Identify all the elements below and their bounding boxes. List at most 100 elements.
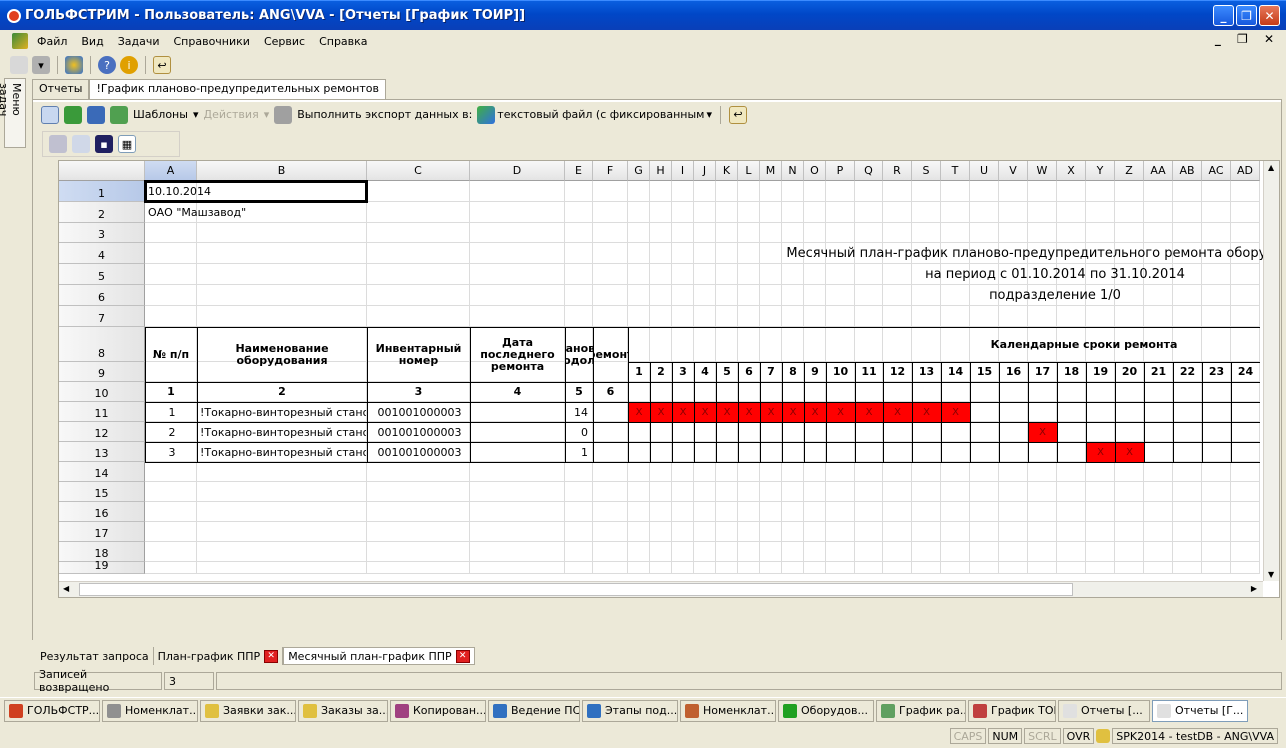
row-header-14[interactable]: 14 [59, 462, 145, 482]
print-preview-icon[interactable] [41, 105, 59, 124]
taskbar-item[interactable]: Копирован... [390, 699, 486, 722]
row-header-19[interactable]: 19 [59, 559, 145, 574]
help-icon[interactable]: ? [98, 56, 116, 74]
column-header-M[interactable]: M [760, 161, 782, 181]
taskbar-item[interactable]: Номенклат... [102, 699, 198, 722]
taskbar-item[interactable]: Ведение ПСп [488, 699, 580, 722]
column-header-N[interactable]: N [782, 161, 804, 181]
scroll-right-icon[interactable]: ▶ [1251, 584, 1257, 593]
row-header-5[interactable]: 5 [59, 264, 145, 285]
column-header-R[interactable]: R [883, 161, 912, 181]
column-header-O[interactable]: O [804, 161, 826, 181]
column-header-J[interactable]: J [694, 161, 716, 181]
column-header-Z[interactable]: Z [1115, 161, 1144, 181]
row-header-1[interactable]: 1 [59, 181, 145, 202]
taskbar-item[interactable]: Номенклат... [680, 699, 776, 722]
taskbar-item[interactable]: Оборудов... [778, 699, 874, 722]
excel-export-icon[interactable] [64, 105, 82, 124]
settings-icon[interactable] [49, 135, 67, 153]
column-header-X[interactable]: X [1057, 161, 1086, 181]
column-header-H[interactable]: H [650, 161, 672, 181]
column-header-AA[interactable]: AA [1144, 161, 1173, 181]
column-header-AC[interactable]: AC [1202, 161, 1231, 181]
column-header-P[interactable]: P [826, 161, 855, 181]
minimize-button[interactable]: _ [1213, 5, 1234, 26]
grid-icon[interactable]: ▦ [118, 135, 136, 153]
menu-view[interactable]: Вид [74, 35, 110, 48]
save-icon[interactable]: ▪ [95, 135, 113, 153]
row-header-13[interactable]: 13 [59, 442, 145, 462]
column-header-B[interactable]: B [197, 161, 367, 181]
column-header-G[interactable]: G [628, 161, 650, 181]
horizontal-scrollbar[interactable]: ◀ ▶ [59, 581, 1263, 597]
row-header-12[interactable]: 12 [59, 422, 145, 442]
taskbar-item[interactable]: Отчеты [Г... [1152, 699, 1248, 722]
column-header-AD[interactable]: AD [1231, 161, 1260, 181]
menu-references[interactable]: Справочники [167, 35, 257, 48]
menu-service[interactable]: Сервис [257, 35, 312, 48]
taskbar-item[interactable]: График ра... [876, 699, 966, 722]
taskbar-item[interactable]: Этапы под... [582, 699, 678, 722]
maximize-button[interactable]: ❐ [1236, 5, 1257, 26]
row-header-7[interactable]: 7 [59, 306, 145, 327]
column-header-A[interactable]: A [145, 161, 197, 181]
row-header-6[interactable]: 6 [59, 285, 145, 306]
column-header-V[interactable]: V [999, 161, 1028, 181]
row-header-9[interactable]: 9 [59, 362, 145, 382]
refresh-icon[interactable] [10, 56, 28, 74]
row-header-11[interactable]: 11 [59, 402, 145, 422]
word-export-icon[interactable] [87, 105, 105, 124]
taskbar-item[interactable]: График ТОИР [968, 699, 1056, 722]
options-icon[interactable] [65, 56, 83, 74]
row-header-2[interactable]: 2 [59, 202, 145, 223]
taskbar-item[interactable]: Заявки зак... [200, 699, 296, 722]
row-header-17[interactable]: 17 [59, 522, 145, 542]
row-header-10[interactable]: 10 [59, 382, 145, 402]
close-icon[interactable]: ✕ [455, 649, 470, 663]
selected-cell-border[interactable] [144, 180, 368, 203]
scroll-up-icon[interactable]: ▲ [1268, 163, 1274, 172]
row-header-15[interactable]: 15 [59, 482, 145, 502]
column-header-T[interactable]: T [941, 161, 970, 181]
column-header-U[interactable]: U [970, 161, 999, 181]
column-header-F[interactable]: F [593, 161, 628, 181]
vertical-scrollbar[interactable]: ▲ ▼ [1263, 161, 1279, 581]
tab-monthly-ppr-plan[interactable]: Месячный план-график ППР ✕ [283, 647, 475, 665]
column-header-Q[interactable]: Q [855, 161, 883, 181]
column-header-E[interactable]: E [565, 161, 593, 181]
exit-icon[interactable]: ↩ [153, 56, 171, 74]
task-menu-tab[interactable]: Меню задач [0, 78, 26, 148]
export-format-select[interactable]: текстовый файл (с фиксированным ▾ [477, 105, 712, 124]
column-header-S[interactable]: S [912, 161, 941, 181]
mdi-controls[interactable]: _ ❐ ✕ [1215, 32, 1280, 46]
row-header-4[interactable]: 4 [59, 243, 145, 264]
close-button[interactable]: ✕ [1259, 5, 1280, 26]
info-icon[interactable]: i [120, 56, 138, 74]
tab-query-result[interactable]: Результат запроса [36, 647, 154, 665]
tab-reports[interactable]: Отчеты [32, 79, 90, 99]
app-menu-icon[interactable] [12, 33, 28, 49]
scroll-thumb[interactable] [79, 583, 1073, 596]
column-header-I[interactable]: I [672, 161, 694, 181]
taskbar-item[interactable]: Заказы за... [298, 699, 388, 722]
scroll-left-icon[interactable]: ◀ [63, 584, 69, 593]
menu-help[interactable]: Справка [312, 35, 374, 48]
row-header-3[interactable]: 3 [59, 223, 145, 243]
column-header-K[interactable]: K [716, 161, 738, 181]
tab-ppr-plan[interactable]: План-график ППР ✕ [154, 647, 284, 665]
close-icon[interactable]: ✕ [264, 649, 279, 663]
row-header-16[interactable]: 16 [59, 502, 145, 522]
menu-file[interactable]: Файл [30, 35, 74, 48]
column-header-D[interactable]: D [470, 161, 565, 181]
print-icon[interactable]: ▾ [32, 56, 50, 74]
table-export-icon[interactable] [110, 105, 128, 124]
taskbar-item[interactable]: Отчеты [... [1058, 699, 1150, 722]
exit-icon[interactable]: ↩ [729, 105, 747, 124]
column-header-C[interactable]: C [367, 161, 470, 181]
column-header-W[interactable]: W [1028, 161, 1057, 181]
column-header-Y[interactable]: Y [1086, 161, 1115, 181]
print-icon[interactable] [72, 135, 90, 153]
tab-ppr-schedule[interactable]: !График планово-предупредительных ремонт… [89, 79, 386, 99]
actions-menu[interactable]: Действия [203, 108, 258, 121]
menu-tasks[interactable]: Задачи [111, 35, 167, 48]
